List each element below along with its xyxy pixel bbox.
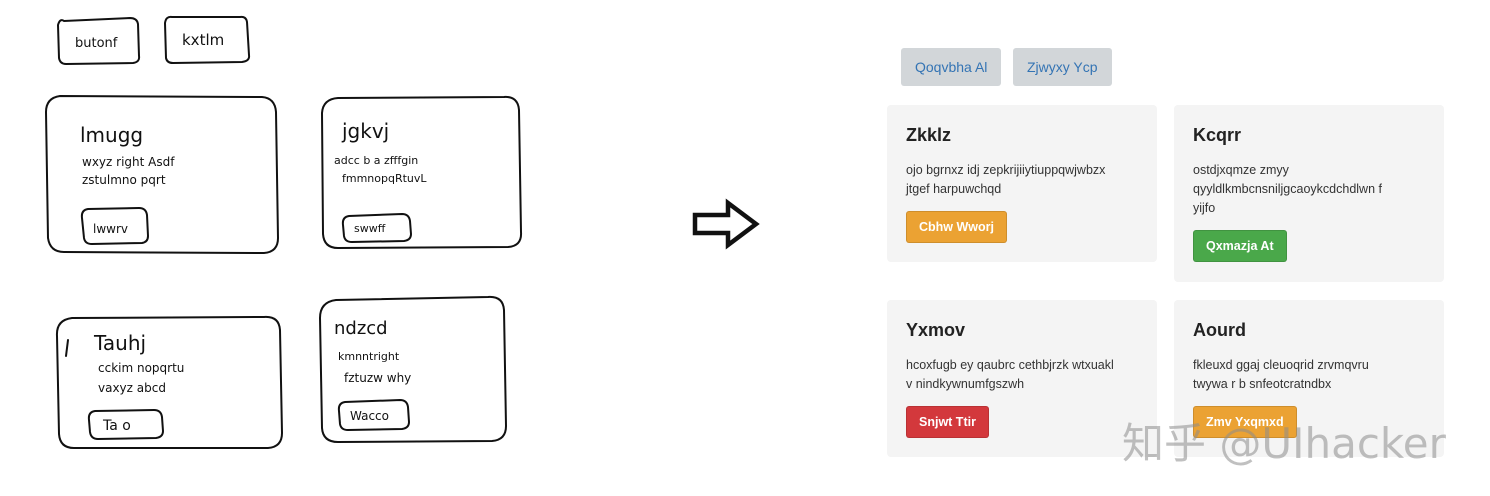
sketch-card-2-title: jgkvj <box>341 119 389 143</box>
card-text-line: fkleuxd ggaj cleuoqrid zrvmqvru <box>1193 358 1369 372</box>
sketch-card-1-title: lmugg <box>80 123 143 147</box>
sketch-card-4-line-2: fztuzw why <box>344 371 411 385</box>
sketch-card-1-line-1: wxyz right Asdf <box>82 155 175 169</box>
card-text: fkleuxd ggaj cleuoqrid zrvmqvru twywa r … <box>1193 356 1369 394</box>
card-title: Zkklz <box>906 125 952 145</box>
sketch-panel: butonf kxtlm lmugg wxyz right Asdf zstul… <box>44 15 523 449</box>
watermark: 知乎 @UIhacker <box>1122 419 1446 468</box>
sketch-card-3-line-2: vaxyz abcd <box>98 381 166 395</box>
rendered-ui-panel: Qoqvbha Al Zjwyxy Ycp Zkklz ojo bgrnxz i… <box>880 40 1460 470</box>
sketch-top-button-2-label: kxtlm <box>182 31 224 49</box>
sketch-card-2-line-2: fmmnopqRtuvL <box>342 172 427 185</box>
sketch-card-3-button-label: Ta o <box>102 418 131 434</box>
sketch-card-1-button-label: lwwrv <box>93 222 128 236</box>
card-action-button[interactable]: Cbhw Wworj <box>906 211 1007 243</box>
card-kcqrr: Kcqrr ostdjxqmze zmyy qyyldlkmbcnsniljgc… <box>1174 105 1444 282</box>
top-button-zjwyxy-ycp[interactable]: Zjwyxy Ycp <box>1013 48 1112 86</box>
sketch-top-button-1-label: butonf <box>75 36 118 51</box>
card-text: hcoxfugb ey qaubrc cethbjrzk wtxuakl v n… <box>906 356 1114 394</box>
sketch-card-4-line-1: kmnntright <box>338 350 400 363</box>
card-yxmov: Yxmov hcoxfugb ey qaubrc cethbjrzk wtxua… <box>887 300 1157 457</box>
card-title: Kcqrr <box>1193 125 1242 145</box>
card-text-line: jtgef harpuwchqd <box>906 182 1002 196</box>
card-action-button[interactable]: Qxmazja At <box>1193 230 1287 262</box>
sketch-card-2-button-label: swwff <box>354 222 386 235</box>
card-zkklz: Zkklz ojo bgrnxz idj zepkrijiiytiuppqwjw… <box>887 105 1157 262</box>
sketch-card-3-title: Tauhj <box>93 331 146 355</box>
sketch-card-3-line-1: cckim nopqrtu <box>98 361 184 375</box>
right-arrow-icon <box>692 198 760 250</box>
sketch-card-2-line-1: adcc b a zfffgin <box>334 154 418 167</box>
card-text-line: ostdjxqmze zmyy <box>1193 163 1289 177</box>
card-text-line: twywa r b snfeotcratndbx <box>1193 377 1332 391</box>
card-text-line: qyyldlkmbcnsniljgcaoykcdchdlwn f <box>1193 182 1382 196</box>
card-text-line: hcoxfugb ey qaubrc cethbjrzk wtxuakl <box>906 358 1114 372</box>
top-button-qoqvbha-al[interactable]: Qoqvbha Al <box>901 48 1002 86</box>
card-text-line: ojo bgrnxz idj zepkrijiiytiuppqwjwbzx <box>906 163 1106 177</box>
sketch-card-4-button-label: Wacco <box>350 409 389 423</box>
card-text: ojo bgrnxz idj zepkrijiiytiuppqwjwbzx jt… <box>906 161 1105 199</box>
card-title: Aourd <box>1193 320 1246 340</box>
card-text-line: yijfo <box>1193 201 1216 215</box>
sketch-card-1-line-2: zstulmno pqrt <box>82 173 166 187</box>
sketch-card-3-outline <box>55 315 284 449</box>
card-text-line: v nindkywnumfgszwh <box>906 377 1025 391</box>
card-action-button[interactable]: Snjwt Ttir <box>906 406 989 438</box>
sketch-card-4-title: ndzcd <box>334 318 388 339</box>
card-title: Yxmov <box>906 320 966 340</box>
card-text: ostdjxqmze zmyy qyyldlkmbcnsniljgcaoykcd… <box>1193 161 1382 218</box>
